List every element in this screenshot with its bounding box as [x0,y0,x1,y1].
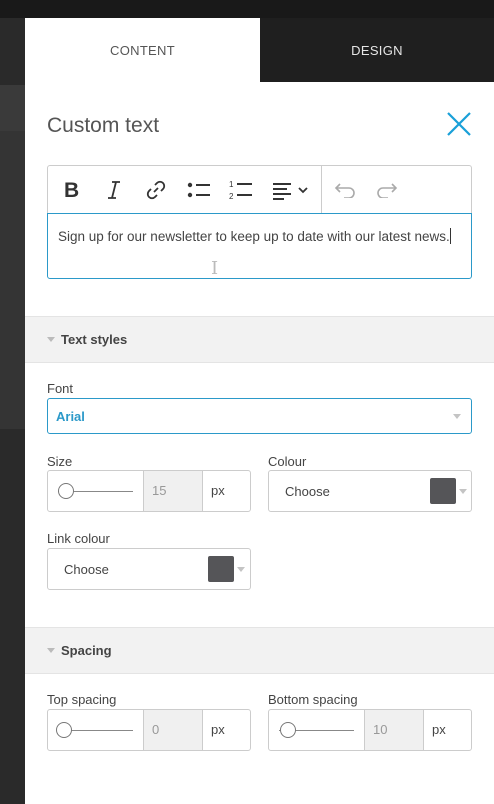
top-spacing-unit: px [211,722,225,737]
align-icon[interactable] [270,166,312,213]
bottom-spacing-slider-handle[interactable] [280,722,296,738]
colour-swatch [430,478,456,504]
svg-text:B: B [64,180,79,200]
colour-choose-text: Choose [285,484,330,499]
svg-text:1: 1 [229,180,234,189]
tab-content[interactable]: CONTENT [25,18,260,82]
size-unit: px [211,483,225,498]
font-select[interactable]: Arial [47,398,472,434]
link-colour-choose-text: Choose [64,562,109,577]
bottom-spacing-unit: px [432,722,446,737]
left-canvas-strip [0,85,25,131]
close-icon[interactable] [445,110,473,138]
font-label: Font [47,381,74,396]
top-spacing-input[interactable]: 0 [143,710,203,750]
link-colour-label: Link colour [47,531,110,546]
colour-picker[interactable]: Choose [268,470,472,512]
section-spacing-label: Spacing [61,643,112,658]
text-caret [449,228,451,244]
text-editor[interactable]: Sign up for our newsletter to keep up to… [47,213,472,279]
numbered-list-icon[interactable]: 12 [226,166,256,213]
custom-text-panel: Custom text B 12 Sign up for our newslet [25,82,494,804]
top-bar [0,0,494,18]
size-slider-control: 15 px [47,470,251,512]
top-spacing-control: 0 px [47,709,251,751]
top-spacing-slider-handle[interactable] [56,722,72,738]
collapse-triangle-icon [47,337,55,342]
collapse-triangle-icon [47,648,55,653]
section-text-styles[interactable]: Text styles [25,316,494,363]
i-beam-cursor-icon: I [211,258,219,279]
link-icon[interactable] [142,166,170,213]
size-input[interactable]: 15 [143,471,203,511]
bold-icon[interactable]: B [58,166,86,213]
section-spacing[interactable]: Spacing [25,627,494,674]
undo-icon[interactable] [330,166,360,213]
size-label: Size [47,454,73,469]
editor-toolbar: B 12 [47,165,472,213]
bottom-spacing-label: Bottom spacing [268,692,358,707]
svg-text:2: 2 [229,192,234,201]
panel-title: Custom text [47,114,160,137]
italic-icon[interactable] [100,166,128,213]
bottom-spacing-input[interactable]: 10 [364,710,424,750]
link-colour-swatch [208,556,234,582]
editor-text: Sign up for our newsletter to keep up to… [58,229,450,244]
redo-icon[interactable] [372,166,402,213]
chevron-down-icon [453,414,461,419]
bullet-list-icon[interactable] [184,166,214,213]
colour-label: Colour [268,454,307,469]
section-text-styles-label: Text styles [61,332,128,347]
left-canvas-block [0,131,25,429]
bottom-spacing-control: 10 px [268,709,472,751]
size-slider-handle[interactable] [58,483,74,499]
chevron-down-icon [237,567,245,572]
link-colour-picker[interactable]: Choose [47,548,251,590]
tab-design[interactable]: DESIGN [260,18,494,82]
top-spacing-label: Top spacing [47,692,117,707]
toolbar-divider [321,166,322,213]
chevron-down-icon [459,489,467,494]
font-select-value: Arial [56,409,85,424]
